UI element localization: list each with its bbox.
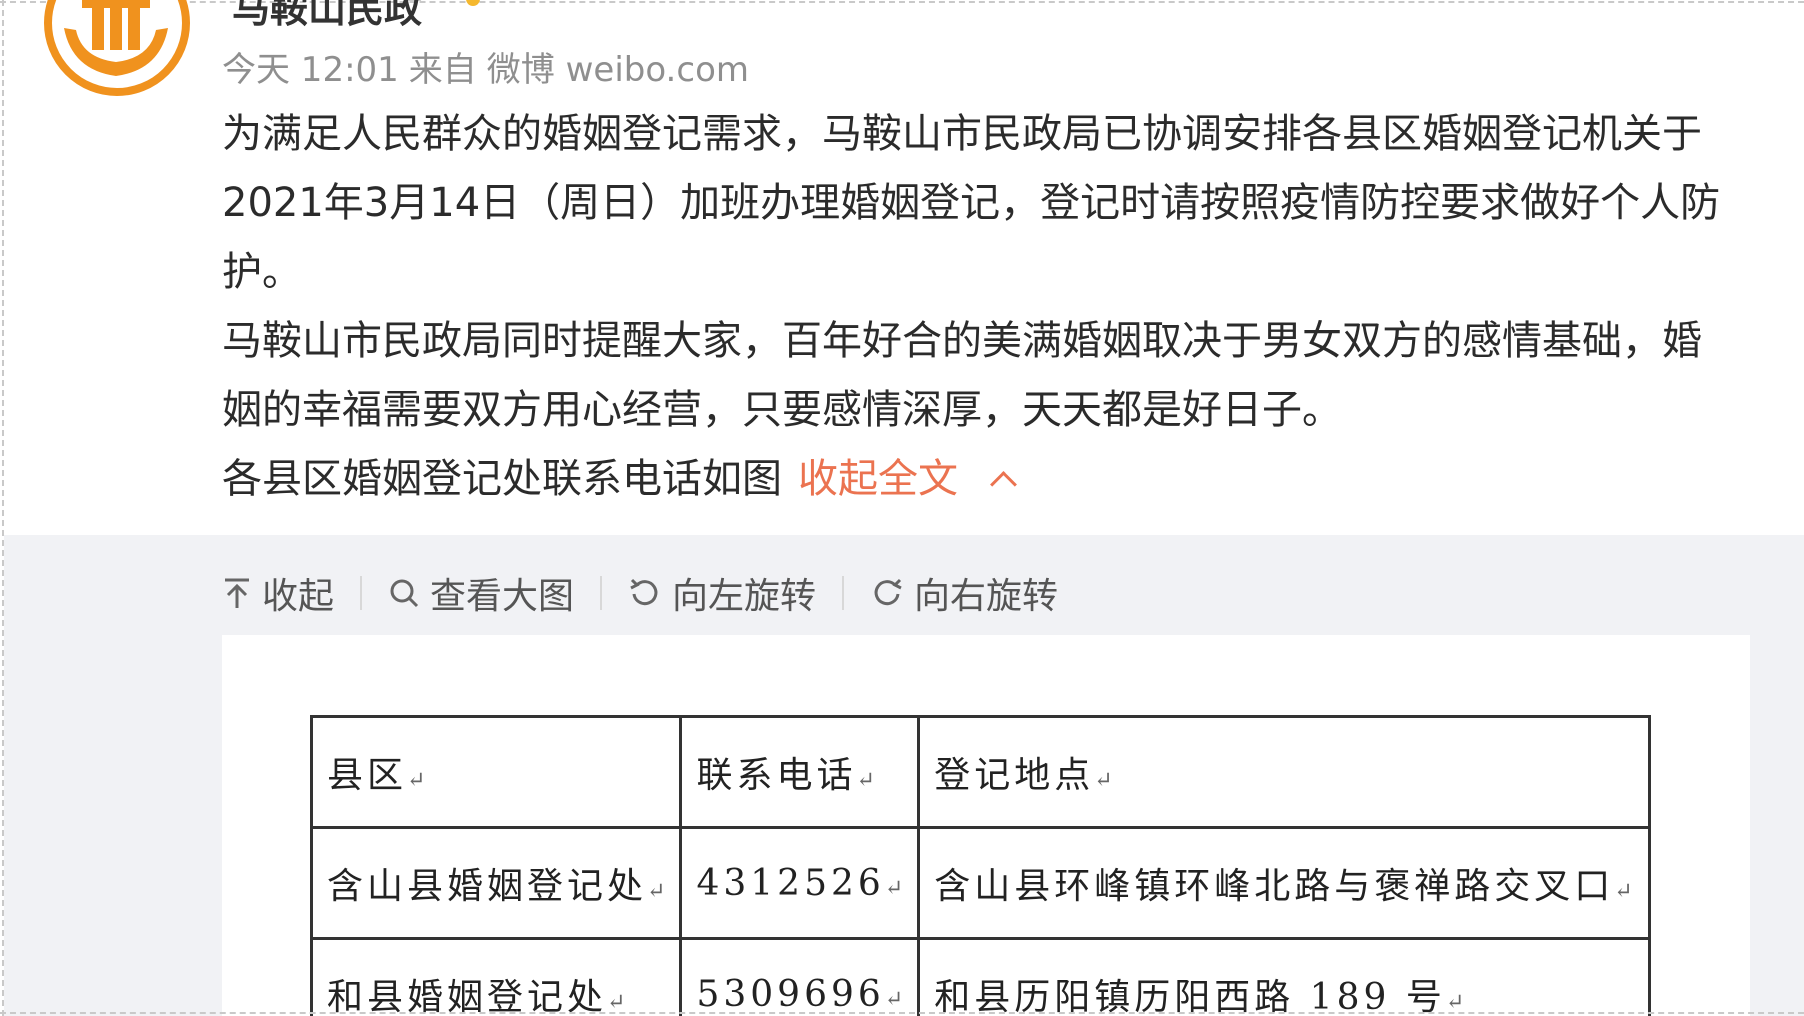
table-cell: 5309696↵ [679, 937, 921, 1016]
table-cell: 和县历阳镇历阳西路 189 号↵ [917, 937, 1652, 1016]
post-paragraph: 马鞍山市民政局同时提醒大家，百年好合的美满婚姻取决于男女双方的感情基础，婚姻的幸… [222, 318, 1702, 433]
post-source-prefix: 来自 [408, 50, 477, 90]
attached-image[interactable]: 县区↵ 联系电话↵ 登记地点↵ 含山县婚姻登记处↵ 4312526↵ 含山县环峰… [222, 635, 1750, 1016]
toolbar-divider [842, 576, 845, 610]
table-header-cell: 联系电话↵ [679, 715, 921, 829]
rotate-right-icon [874, 578, 902, 606]
rotate-left-button[interactable]: 向左旋转 [628, 567, 816, 619]
table-header-row: 县区↵ 联系电话↵ 登记地点↵ [309, 715, 1652, 829]
dashed-border-bottom [0, 1012, 1804, 1014]
post-paragraph: 为满足人民群众的婚姻登记需求，马鞍山市民政局已协调安排各县区婚姻登记机关于202… [222, 111, 1721, 295]
post-body: 为满足人民群众的婚姻登记需求，马鞍山市民政局已协调安排各县区婚姻登记机关于202… [222, 100, 1732, 514]
post-meta: 今天 12:01 来自 微博 weibo.com [222, 42, 759, 91]
table-cell: 含山县婚姻登记处↵ [309, 826, 683, 940]
weibo-post-screenshot: 马鞍山民政 今天 12:01 来自 微博 weibo.com 为满足人民群众的婚姻登… [0, 0, 1804, 1016]
media-viewer: 收起 查看大图 向左旋转 向右旋转 县区↵ 联系电话↵ 登记地点↵ 含山县婚姻登… [4, 535, 1804, 1016]
toolbar-divider [360, 576, 363, 610]
rotate-left-icon [630, 578, 658, 606]
table-cell: 含山县环峰镇环峰北路与褒禅路交叉口↵ [917, 826, 1652, 940]
collapse-up-arrow-icon [225, 578, 249, 608]
verified-badge-icon [466, 0, 480, 6]
collapse-media-button[interactable]: 收起 [222, 567, 334, 619]
avatar[interactable] [44, 0, 190, 96]
search-icon [390, 579, 419, 608]
table-row: 含山县婚姻登记处↵ 4312526↵ 含山县环峰镇环峰北路与褒禅路交叉口↵ [309, 826, 1652, 940]
collapse-full-text-link[interactable]: 收起全文 [798, 456, 958, 502]
collapse-media-label: 收起 [262, 576, 335, 617]
media-toolbar: 收起 查看大图 向左旋转 向右旋转 [222, 565, 1058, 621]
table-row: 和县婚姻登记处↵ 5309696↵ 和县历阳镇历阳西路 189 号↵ [309, 937, 1652, 1016]
view-large-button[interactable]: 查看大图 [388, 567, 574, 619]
table-cell: 和县婚姻登记处↵ [309, 937, 683, 1016]
post-paragraph-text: 各县区婚姻登记处联系电话如图 [222, 456, 782, 502]
registration-office-table: 县区↵ 联系电话↵ 登记地点↵ 含山县婚姻登记处↵ 4312526↵ 含山县环峰… [309, 715, 1652, 1016]
account-name[interactable]: 马鞍山民政 [232, 0, 422, 33]
post-source[interactable]: 微博 weibo.com [487, 50, 749, 90]
rotate-right-button[interactable]: 向右旋转 [870, 567, 1058, 619]
post-time[interactable]: 今天 12:01 [222, 50, 399, 90]
table-header-cell: 县区↵ [309, 715, 683, 829]
table-header-cell: 登记地点↵ [917, 715, 1652, 829]
civil-affairs-logo-icon [64, 0, 168, 76]
rotate-right-label: 向右旋转 [914, 576, 1059, 617]
post-paragraph-last: 各县区婚姻登记处联系电话如图 收起全文 [222, 445, 1732, 514]
table-cell: 4312526↵ [679, 826, 921, 940]
rotate-left-label: 向左旋转 [672, 576, 817, 617]
toolbar-divider [600, 576, 603, 610]
view-large-label: 查看大图 [430, 576, 575, 617]
chevron-up-icon[interactable] [990, 471, 1017, 498]
